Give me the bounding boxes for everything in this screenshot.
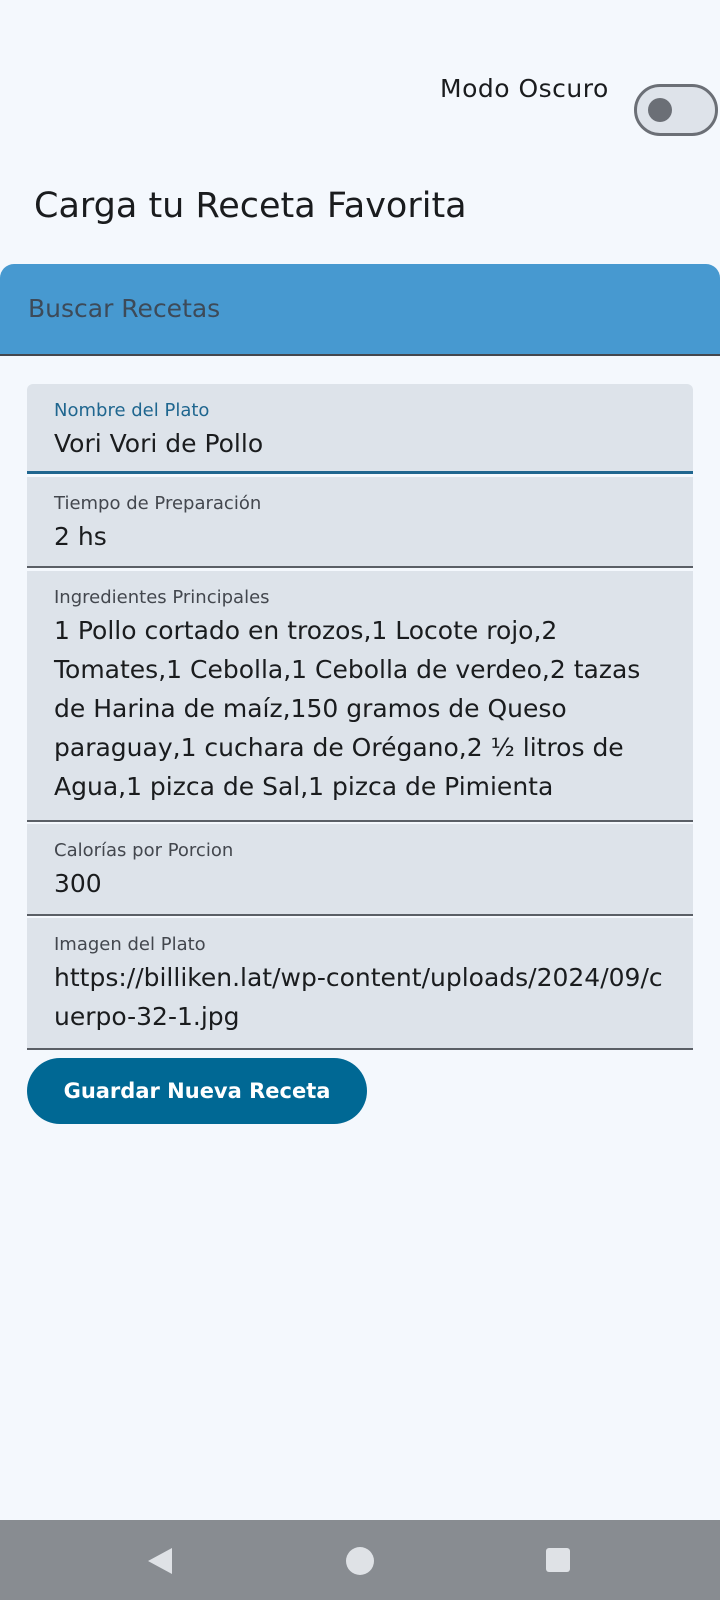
signal-icon: [573, 32, 602, 53]
ingredients-value: 1 Pollo cortado en trozos,1 Locote rojo,…: [54, 616, 641, 801]
image-url-field[interactable]: Imagen del Plato https://billiken.lat/wp…: [27, 918, 693, 1050]
teams-icon: ♫: [138, 30, 155, 52]
gallery-icon: [100, 31, 124, 51]
battery-percent: 67 %: [633, 30, 694, 55]
navigation-bar: [0, 1520, 720, 1600]
page-title: Carga tu Receta Favorita: [34, 186, 467, 226]
search-recipes-button[interactable]: Buscar Recetas: [0, 264, 720, 356]
wifi-icon: ◠: [549, 32, 564, 53]
dish-name-field[interactable]: Nombre del Plato Vori Vori de Pollo: [27, 384, 693, 474]
battery-icon: [611, 31, 624, 54]
prep-time-field[interactable]: Tiempo de Preparación 2 hs: [27, 477, 693, 568]
recents-icon[interactable]: [546, 1548, 570, 1572]
prep-time-label: Tiempo de Preparación: [54, 493, 262, 514]
home-icon[interactable]: [346, 1547, 374, 1575]
dish-name-label: Nombre del Plato: [54, 400, 210, 421]
calories-field[interactable]: Calorías por Porcion 300: [27, 824, 693, 916]
dish-name-value: Vori Vori de Pollo: [54, 429, 264, 458]
status-time: 20:58: [28, 30, 99, 55]
calories-label: Calorías por Porcion: [54, 840, 234, 861]
status-bar: 20:58 ♫ ✉ • ◠ 67 %: [0, 0, 720, 84]
dark-mode-label: Modo Oscuro: [440, 74, 609, 103]
screen: 20:58 ♫ ✉ • ◠ 67 % Modo Oscuro Carga tu …: [0, 0, 720, 1600]
back-icon[interactable]: [148, 1548, 172, 1574]
toggle-thumb: [648, 98, 672, 122]
search-recipes-label: Buscar Recetas: [28, 294, 221, 323]
ingredients-field[interactable]: Ingredientes Principales 1 Pollo cortado…: [27, 571, 693, 822]
notification-icons: ♫ ✉ •: [100, 30, 245, 52]
mail-icon: ✉: [168, 30, 184, 52]
image-url-label: Imagen del Plato: [54, 934, 206, 955]
image-url-value: https://billiken.lat/wp-content/uploads/…: [54, 963, 663, 1031]
system-icons: ◠ 67 %: [550, 30, 694, 55]
save-recipe-button[interactable]: Guardar Nueva Receta: [27, 1058, 367, 1124]
dot-icon: •: [233, 30, 245, 52]
app-icon: [197, 30, 220, 52]
calories-value: 300: [54, 869, 102, 898]
ingredients-label: Ingredientes Principales: [54, 587, 270, 608]
dark-mode-toggle[interactable]: [634, 84, 718, 136]
prep-time-value: 2 hs: [54, 522, 107, 551]
